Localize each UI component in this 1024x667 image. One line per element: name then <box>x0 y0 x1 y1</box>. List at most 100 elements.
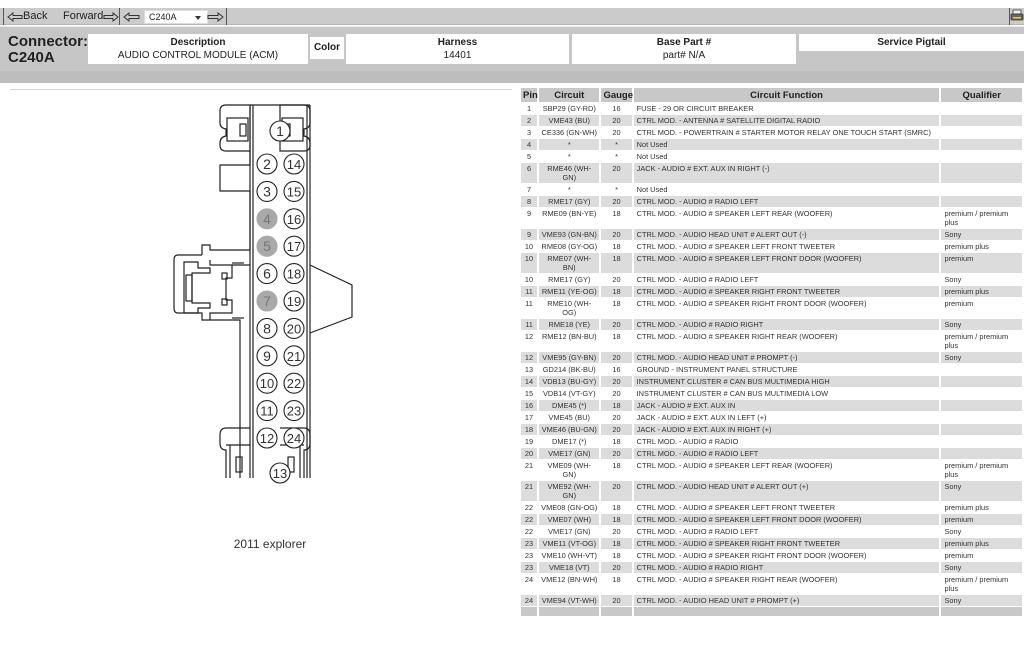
diagram-top-rule <box>10 89 512 90</box>
circuit-function-cell: CTRL MOD. - POWERTRAIN # STARTER MOTOR R… <box>636 128 931 137</box>
circuit-cell: * <box>567 185 571 194</box>
connector-pin: 13 <box>269 462 291 484</box>
circuit-cell: VME09 (WH-GN) <box>547 461 592 479</box>
service-pigtail-cell: Service Pigtail <box>799 34 1024 51</box>
pin-number: 16 <box>287 212 301 227</box>
gauge-cell: 20 <box>612 413 621 422</box>
circuit-function-cell: CTRL MOD. - ANTENNA # SATELLITE DIGITAL … <box>633 115 940 126</box>
gauge-cell: 18 <box>612 242 621 251</box>
qualifier-cell <box>941 364 1022 375</box>
qualifier-cell <box>941 163 1022 183</box>
diagram-caption: 2011 explorer <box>233 537 307 551</box>
connector-face-drawing: 123456789101112141516171819202122232413 <box>173 104 353 484</box>
circuit-function-cell: CTRL MOD. - AUDIO # RADIO LEFT <box>636 275 759 284</box>
connector-id: C240A <box>8 49 55 66</box>
pin-cell: 21 <box>521 481 538 501</box>
circuit-function-cell: CTRL MOD. - AUDIO HEAD UNIT # ALERT OUT … <box>633 229 940 240</box>
circuit-function-cell: CTRL MOD. - AUDIO HEAD UNIT # PROMPT (-) <box>633 352 940 363</box>
circuit-function-cell: CTRL MOD. - AUDIO HEAD UNIT # ALERT OUT … <box>633 481 940 501</box>
gauge-cell: * <box>615 185 618 194</box>
pin-number: 3 <box>263 183 271 199</box>
gauge-cell: 18 <box>601 538 632 549</box>
qualifier-cell <box>941 139 1022 150</box>
base-part-value: part# N/A <box>662 50 706 61</box>
circuit-function-cell: CTRL MOD. - AUDIO # RADIO RIGHT <box>633 562 940 573</box>
connector-pin: 2 <box>256 153 278 175</box>
connector-pin: 15 <box>283 180 305 202</box>
gauge-cell: 20 <box>601 376 632 387</box>
table-row: 15 VDB14 (VT-GY) 20 INSTRUMENT CLUSTER # CA… <box>521 388 1022 399</box>
printer-icon <box>1010 9 1024 21</box>
pin-number: 23 <box>287 404 301 419</box>
qualifier-cell <box>941 151 1022 162</box>
pin-cell: 10 <box>524 242 534 251</box>
circuit-cell: VME11 (VT-OG) <box>539 538 600 549</box>
table-row: 1 SBP29 (GY-RD) 16 FUSE - 29 OR CIRCUIT BRE… <box>521 103 1022 114</box>
next-connector-button[interactable] <box>207 9 224 24</box>
pin-cell: 22 <box>521 514 538 525</box>
table-row: 9 VME93 (GN-BN) 20 CTRL MOD. - AUDIO HEAD U… <box>521 229 1022 240</box>
qualifier-cell <box>941 412 1022 423</box>
chevron-down-icon <box>195 16 201 20</box>
gauge-cell: 18 <box>612 437 621 446</box>
circuit-function-cell: CTRL MOD. - AUDIO # SPEAKER RIGHT REAR (… <box>636 332 838 341</box>
connector-pin: 1 <box>269 120 291 142</box>
back-button[interactable]: Back <box>7 9 47 24</box>
circuit-cell: VME17 (GN) <box>548 527 591 536</box>
circuit-cell: VME17 (GN) <box>539 448 600 459</box>
forward-label: Forward <box>63 10 104 22</box>
pin-number: 18 <box>287 267 301 282</box>
column-header-qualifier: Qualifier <box>941 88 1022 102</box>
print-button[interactable] <box>1010 9 1024 23</box>
pin-cell: 12 <box>524 332 534 341</box>
gauge-cell: 20 <box>612 389 621 398</box>
pin-cell: 11 <box>521 319 538 330</box>
qualifier-cell: Sony <box>944 275 962 284</box>
connector-pin: 10 <box>256 372 278 394</box>
connector-pin: 8 <box>256 317 278 339</box>
circuit-function-cell: Not Used <box>636 152 668 161</box>
harness-label: Harness <box>437 37 478 48</box>
connector-select[interactable]: C240A <box>144 10 208 24</box>
pin-cell: 22 <box>524 503 534 512</box>
gauge-cell: 20 <box>601 163 632 183</box>
connector-label: Connector: <box>8 33 88 50</box>
circuit-function-cell: JACK - AUDIO # EXT. AUX IN <box>633 400 940 411</box>
forward-button[interactable]: Forward <box>63 9 120 24</box>
pin-cell: 2 <box>521 115 538 126</box>
circuit-function-cell: CTRL MOD. - AUDIO # SPEAKER LEFT FRONT D… <box>633 514 940 525</box>
pin-cell: 16 <box>521 400 538 411</box>
table-row: 10 RME07 (WH-BN) 18 CTRL MOD. - AUDIO # SPE… <box>521 253 1022 273</box>
circuit-function-cell: INSTRUMENT CLUSTER # CAN BUS MULTIMEDIA … <box>633 376 940 387</box>
pin-cell: 9 <box>521 229 538 240</box>
pin-cell: 8 <box>521 196 538 207</box>
circuit-cell: VME92 (WH-GN) <box>539 481 600 501</box>
circuit-cell: DME17 (*) <box>552 437 587 446</box>
description-label: Description <box>170 37 226 48</box>
connector-pin: 5 <box>256 235 278 257</box>
circuit-function-cell: CTRL MOD. - AUDIO # SPEAKER LEFT FRONT D… <box>633 253 940 273</box>
pin-cell: 23 <box>521 562 538 573</box>
qualifier-cell: Sony <box>941 481 1022 501</box>
gauge-cell: * <box>615 152 618 161</box>
previous-connector-button[interactable] <box>123 9 140 24</box>
circuit-function-cell: Not Used <box>633 139 940 150</box>
pin-cell: 4 <box>521 139 538 150</box>
table-row: 23 VME11 (VT-OG) 18 CTRL MOD. - AUDIO # SPE… <box>521 538 1022 549</box>
pin-cell: 17 <box>524 413 534 422</box>
footer-cell <box>521 607 538 616</box>
column-header-gauge: Gauge <box>601 88 634 102</box>
pin-number: 6 <box>263 266 271 282</box>
qualifier-cell <box>941 127 1022 138</box>
pin-cell: 9 <box>526 209 532 218</box>
pin-number: 9 <box>263 348 271 364</box>
circuit-cell: VDB14 (VT-GY) <box>542 389 596 398</box>
pin-cell: 21 <box>524 461 534 470</box>
base-part-label: Base Part # <box>656 37 712 48</box>
table-row: 22 VME17 (GN) 20 CTRL MOD. - AUDIO # RADIO … <box>521 526 1022 537</box>
pin-cell: 23 <box>524 551 534 560</box>
footer-cell <box>601 607 632 616</box>
qualifier-cell <box>941 376 1022 387</box>
qualifier-cell <box>941 448 1022 459</box>
table-row: 10 RME08 (GY-OG) 18 CTRL MOD. - AUDIO # SPE… <box>521 241 1022 252</box>
